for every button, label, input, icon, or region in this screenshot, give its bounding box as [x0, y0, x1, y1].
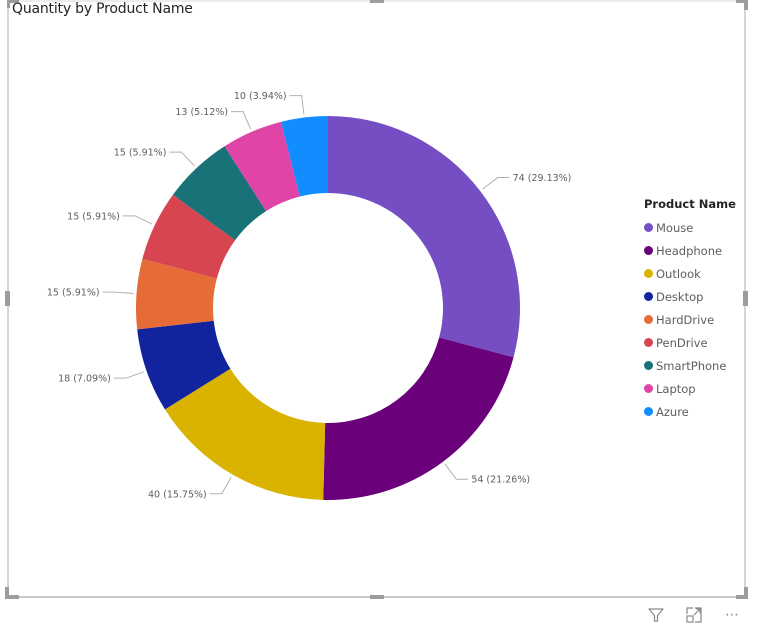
data-label-harddrive: 15 (5.91%) — [47, 288, 100, 299]
legend-item-pendrive[interactable]: PenDrive — [644, 331, 736, 354]
legend-marker-icon — [644, 269, 653, 278]
donut-slice-mouse[interactable] — [328, 116, 521, 358]
legend-label: Mouse — [656, 220, 694, 235]
legend-marker-icon — [644, 407, 653, 416]
data-label-azure: 10 (3.94%) — [234, 91, 287, 102]
legend-item-outlook[interactable]: Outlook — [644, 262, 736, 285]
legend-marker-icon — [644, 315, 653, 324]
data-label-outlook: 40 (15.75%) — [148, 489, 207, 500]
data-label-smartphone: 15 (5.91%) — [114, 148, 167, 159]
legend-marker-icon — [644, 223, 653, 232]
legend-title: Product Name — [644, 197, 736, 211]
legend-label: Outlook — [656, 266, 701, 281]
legend-item-desktop[interactable]: Desktop — [644, 285, 736, 308]
legend-label: Azure — [656, 404, 689, 419]
data-label-mouse: 74 (29.13%) — [513, 173, 572, 184]
legend-label: HardDrive — [656, 312, 715, 327]
leader-line-harddrive — [102, 291, 134, 295]
leader-line-azure — [289, 95, 305, 115]
legend-item-smartphone[interactable]: SmartPhone — [644, 354, 736, 377]
leader-line-smartphone — [169, 151, 195, 167]
legend: Product Name Mouse Headphone Outlook Deskto… — [644, 197, 736, 423]
legend-item-headphone[interactable]: Headphone — [644, 239, 736, 262]
leader-line-mouse — [482, 177, 510, 190]
legend-marker-icon — [644, 384, 653, 393]
data-label-laptop: 13 (5.12%) — [175, 107, 228, 118]
leader-line-outlook — [209, 477, 232, 495]
leader-line-laptop — [231, 111, 252, 130]
legend-label: SmartPhone — [656, 358, 727, 373]
filter-icon[interactable] — [645, 604, 667, 626]
legend-marker-icon — [644, 292, 653, 301]
leader-line-pendrive — [122, 215, 153, 225]
leader-line-desktop — [113, 371, 144, 379]
legend-item-azure[interactable]: Azure — [644, 400, 736, 423]
focus-mode-icon[interactable] — [683, 604, 705, 626]
legend-label: Desktop — [656, 289, 704, 304]
visual-header-toolbar: ⋯ — [645, 604, 743, 626]
legend-label: Headphone — [656, 243, 723, 258]
legend-item-harddrive[interactable]: HardDrive — [644, 308, 736, 331]
data-label-desktop: 18 (7.09%) — [58, 374, 111, 385]
legend-label: PenDrive — [656, 335, 708, 350]
legend-marker-icon — [644, 338, 653, 347]
more-options-icon[interactable]: ⋯ — [721, 604, 743, 626]
legend-label: Laptop — [656, 381, 696, 396]
data-label-headphone: 54 (21.26%) — [471, 475, 530, 486]
legend-marker-icon — [644, 361, 653, 370]
legend-item-laptop[interactable]: Laptop — [644, 377, 736, 400]
legend-marker-icon — [644, 246, 653, 255]
data-label-pendrive: 15 (5.91%) — [67, 211, 120, 222]
leader-line-headphone — [444, 463, 469, 480]
legend-item-mouse[interactable]: Mouse — [644, 216, 736, 239]
